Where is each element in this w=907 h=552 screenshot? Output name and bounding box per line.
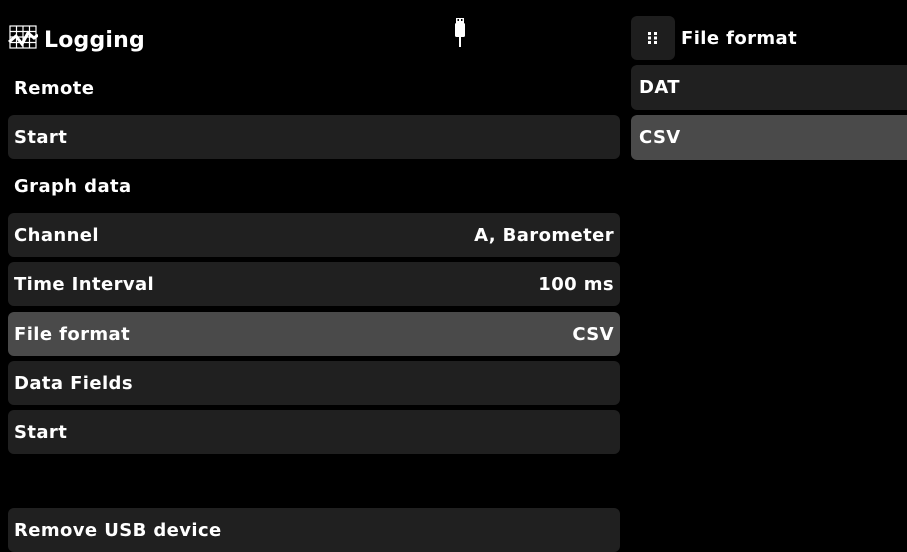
usb-icon [454, 16, 466, 52]
menu-item-file-format[interactable]: File format CSV [8, 312, 620, 356]
option-label: CSV [639, 127, 681, 148]
logging-panel: Logging Remote Start Graph data Channel … [8, 0, 620, 552]
menu-item-label: Start [14, 126, 68, 148]
chart-grid-icon [8, 23, 39, 57]
menu-item-remote[interactable]: Remote [8, 66, 620, 110]
menu-item-label: Time Interval [14, 273, 155, 295]
menu-item-label: Data Fields [14, 372, 133, 394]
menu-item-label: Graph data [14, 175, 132, 197]
option-dat[interactable]: DAT [631, 65, 907, 110]
menu-item-value: CSV [572, 323, 614, 345]
menu-item-time-interval[interactable]: Time Interval 100 ms [8, 262, 620, 306]
page-title: Logging [44, 27, 145, 53]
menu-item-data-fields[interactable]: Data Fields [8, 361, 620, 405]
menu-item-label: Start [14, 421, 68, 443]
menu-item-value: 100 ms [538, 273, 614, 295]
option-label: DAT [639, 77, 680, 98]
menu-item-channel[interactable]: Channel A, Barometer [8, 213, 620, 257]
submenu-title: File format [681, 27, 798, 49]
menu-item-label: Channel [14, 224, 99, 246]
option-csv[interactable]: CSV [631, 115, 907, 160]
menu-item-label: File format [14, 323, 131, 345]
menu-item-value: A, Barometer [474, 224, 614, 246]
page-header: Logging [8, 14, 145, 66]
menu-item-label: Remote [14, 77, 95, 99]
submenu-header: File format [631, 14, 797, 62]
menu-item-remove-usb[interactable]: Remove USB device [8, 508, 620, 552]
menu-item-start-2[interactable]: Start [8, 410, 620, 454]
file-format-panel: File format DAT CSV [631, 0, 907, 550]
menu-item-graph-data[interactable]: Graph data [8, 164, 620, 208]
grid-dots-icon[interactable] [631, 16, 675, 60]
menu-item-start[interactable]: Start [8, 115, 620, 159]
menu-item-label: Remove USB device [14, 519, 222, 541]
